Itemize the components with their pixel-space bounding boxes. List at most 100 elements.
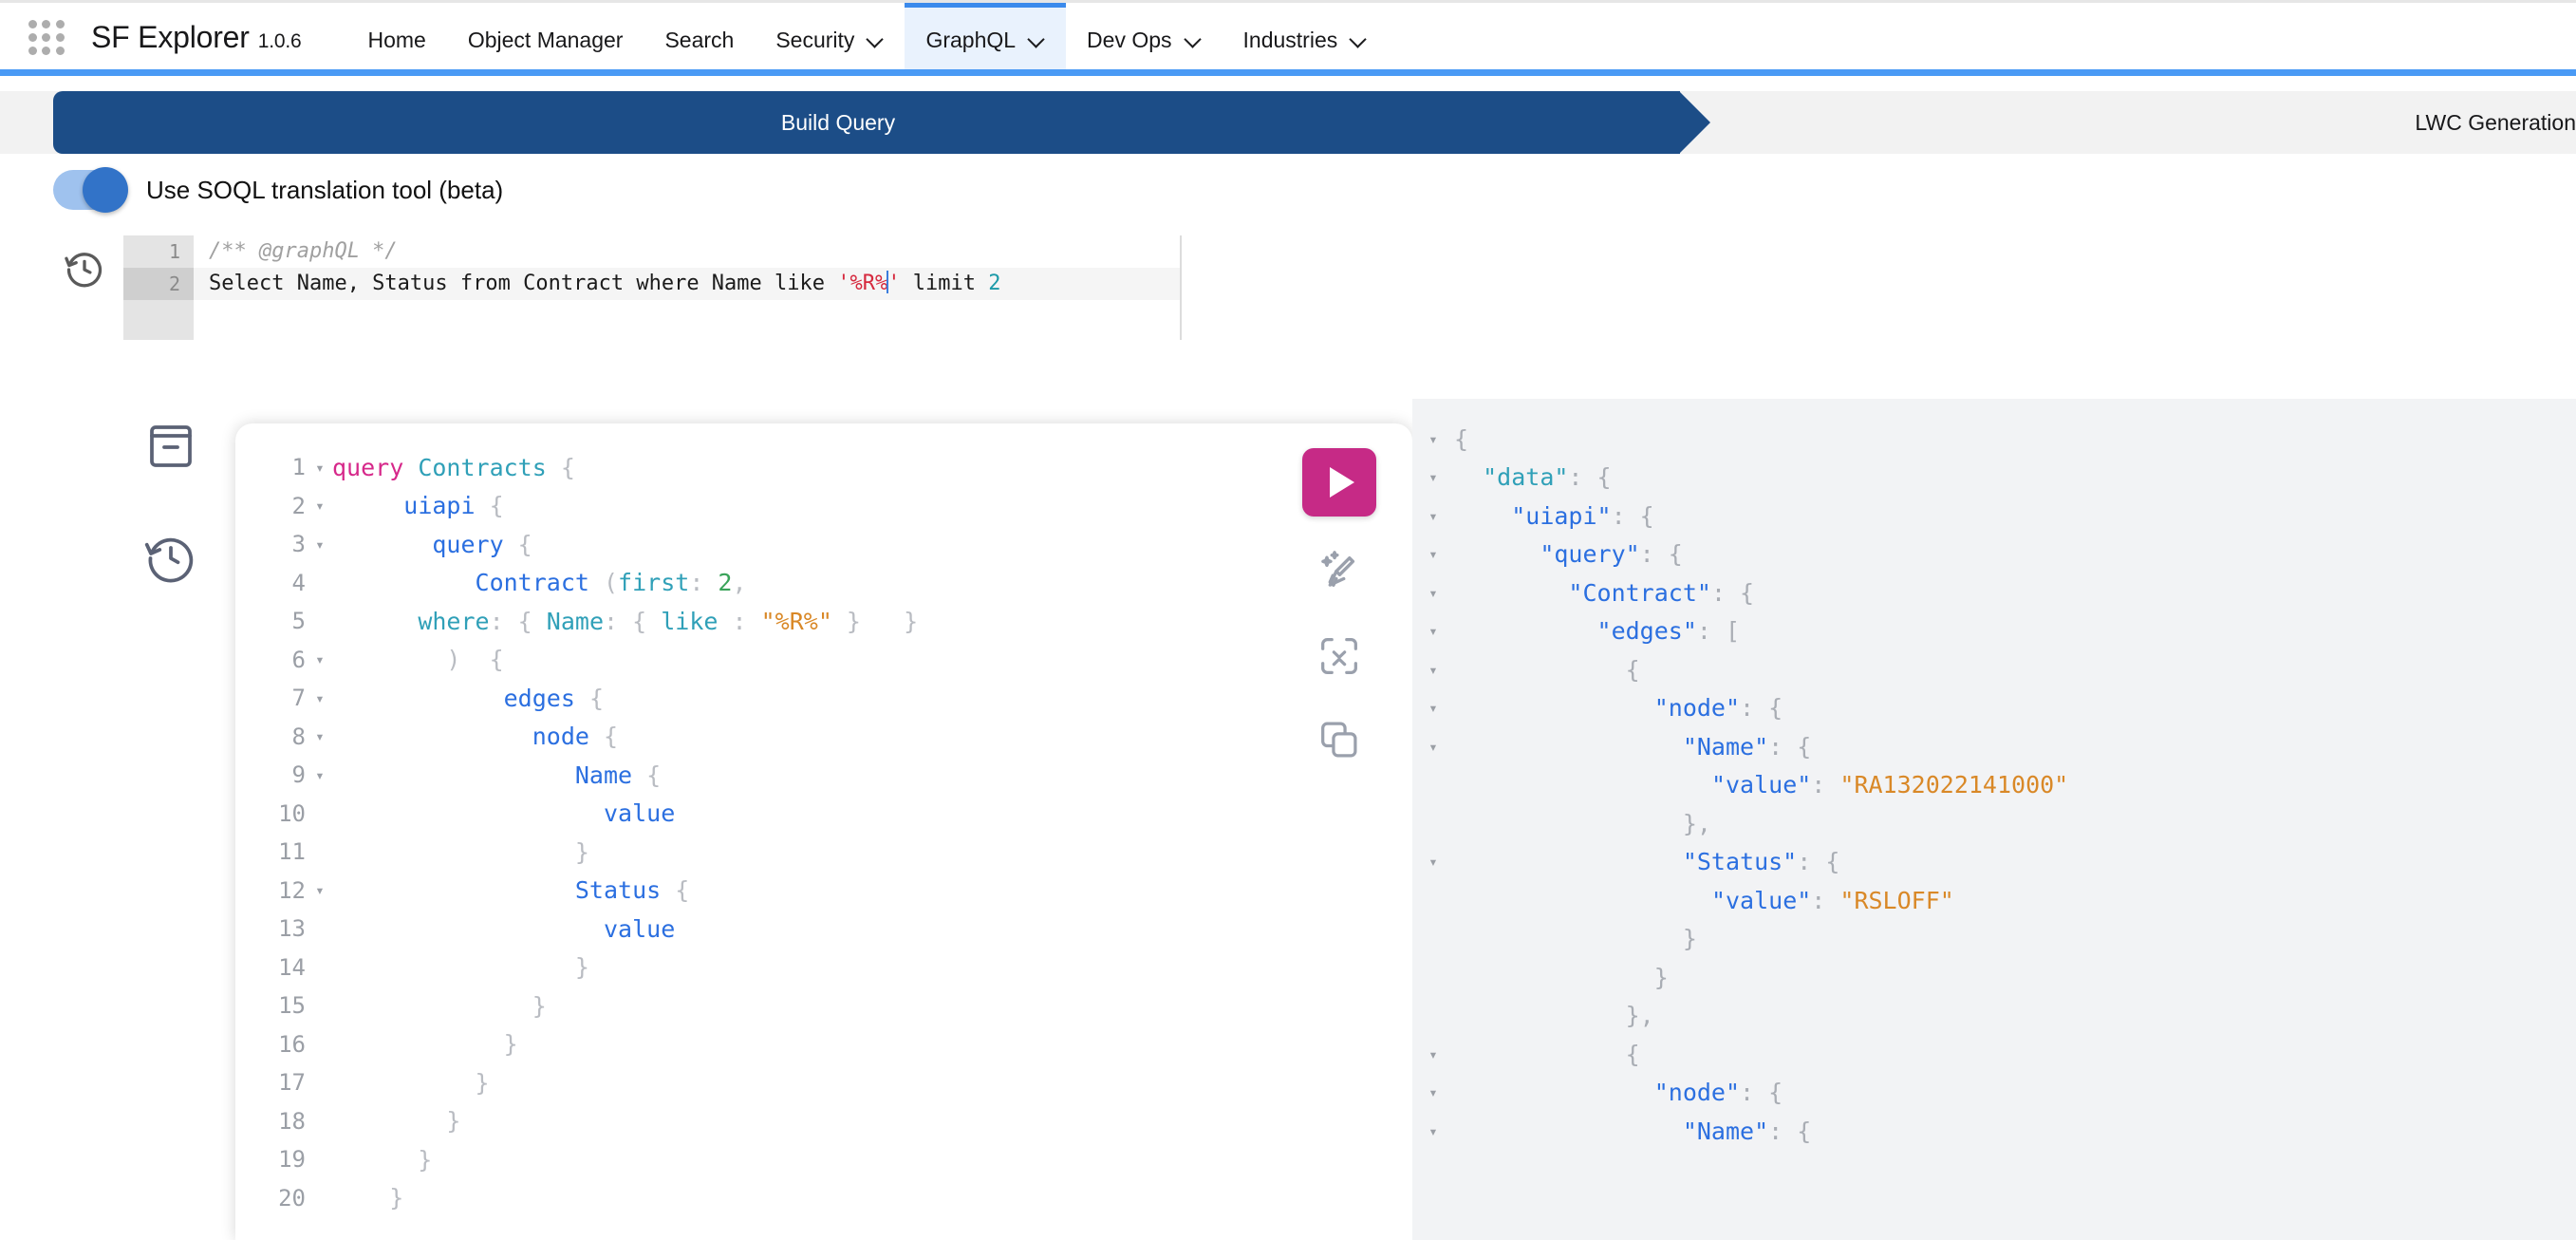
json-result-line[interactable]: ▾ "Status": { xyxy=(1412,843,2576,882)
json-result-line[interactable]: ▾ "Contract": { xyxy=(1412,573,2576,612)
graphql-code-line[interactable]: 8 ▾ node { xyxy=(235,718,1412,757)
json-result-line[interactable]: ▾ "node": { xyxy=(1412,689,2576,728)
graphql-line-text: } xyxy=(332,838,589,866)
graphql-line-number: 12 xyxy=(278,876,306,904)
graphql-code-line[interactable]: 15 } xyxy=(235,986,1412,1025)
nav-item-search[interactable]: Search xyxy=(644,3,755,72)
nav-item-object-manager[interactable]: Object Manager xyxy=(447,3,644,72)
graphql-code-line[interactable]: 7 ▾ edges { xyxy=(235,679,1412,718)
graphql-code-line[interactable]: 1 ▾ query Contracts { xyxy=(235,448,1412,487)
json-result-line[interactable]: ▾ "uiapi": { xyxy=(1412,497,2576,535)
json-token: : { xyxy=(1740,1079,1783,1107)
fold-toggle-icon[interactable]: ▾ xyxy=(1412,545,1454,563)
nav-item-graphql[interactable]: GraphQL xyxy=(905,3,1067,72)
nav-item-dev-ops[interactable]: Dev Ops xyxy=(1066,3,1222,72)
fold-toggle-icon[interactable]: ▾ xyxy=(1412,853,1454,871)
json-result-line[interactable]: ▾ "data": { xyxy=(1412,459,2576,498)
graphql-code-line[interactable]: 14 } xyxy=(235,949,1412,987)
graphql-code-line[interactable]: 11 } xyxy=(235,833,1412,872)
graphql-code-line[interactable]: 12 ▾ Status { xyxy=(235,872,1412,911)
execute-query-button[interactable] xyxy=(1302,448,1376,517)
graphql-code-line[interactable]: 3 ▾ query { xyxy=(235,525,1412,564)
fold-toggle-icon[interactable]: ▾ xyxy=(308,459,332,477)
graphql-code-line[interactable]: 10 value xyxy=(235,795,1412,834)
json-result-line[interactable]: } xyxy=(1412,958,2576,997)
fold-toggle-icon[interactable]: ▾ xyxy=(1412,622,1454,640)
step-lwc-generation[interactable]: LWC Generation xyxy=(2415,91,2576,154)
soql-translation-toggle[interactable] xyxy=(53,167,128,213)
fold-toggle-icon[interactable]: ▾ xyxy=(1412,1045,1454,1063)
graphql-code-line[interactable]: 2 ▾ uiapi { xyxy=(235,487,1412,526)
json-token: : { xyxy=(1611,501,1654,530)
json-result-line[interactable]: ▾ "edges": [ xyxy=(1412,612,2576,651)
soql-code-editor[interactable]: 12 /** @graphQL */Select Name, Status fr… xyxy=(123,235,1182,340)
fold-toggle-icon[interactable]: ▾ xyxy=(1412,738,1454,756)
fold-toggle-icon[interactable]: ▾ xyxy=(308,689,332,707)
json-result-lines[interactable]: ▾{▾ "data": {▾ "uiapi": {▾ "query": {▾ "… xyxy=(1412,420,2576,1151)
json-result-line[interactable]: ▾ "Name": { xyxy=(1412,1112,2576,1151)
json-result-line[interactable]: ▾ { xyxy=(1412,1035,2576,1074)
nav-item-industries[interactable]: Industries xyxy=(1223,3,1389,72)
json-result-line[interactable]: ▾{ xyxy=(1412,420,2576,459)
json-result-line[interactable]: ▾ "query": { xyxy=(1412,535,2576,574)
prettify-query-button[interactable] xyxy=(1302,545,1376,600)
json-result-line[interactable]: "value": "RA132022141000" xyxy=(1412,766,2576,805)
json-result-line[interactable]: } xyxy=(1412,920,2576,959)
graphql-token: Contract xyxy=(475,569,589,597)
graphql-token: } xyxy=(332,837,589,866)
graphql-line-text: } xyxy=(332,1030,518,1058)
history-clock-icon[interactable] xyxy=(142,530,199,587)
fold-toggle-icon[interactable]: ▾ xyxy=(1412,1122,1454,1140)
json-result-line[interactable]: ▾ "Name": { xyxy=(1412,727,2576,766)
graphql-code-line[interactable]: 4 Contract (first: 2, xyxy=(235,564,1412,603)
graphql-line-number: 4 xyxy=(291,569,306,596)
fold-toggle-icon[interactable]: ▾ xyxy=(1412,468,1454,486)
graphql-code-line[interactable]: 19 } xyxy=(235,1140,1412,1179)
fold-toggle-icon[interactable]: ▾ xyxy=(1412,1083,1454,1101)
fold-toggle-icon[interactable]: ▾ xyxy=(308,727,332,745)
fold-toggle-icon[interactable]: ▾ xyxy=(308,535,332,554)
graphql-code-line[interactable]: 5 where: { Name: { like : "%R%" } } xyxy=(235,602,1412,641)
fold-toggle-icon[interactable]: ▾ xyxy=(308,881,332,899)
graphql-code-editor[interactable]: 1 ▾ query Contracts {2 ▾ uiapi {3 ▾ query {4… xyxy=(235,448,1412,1217)
graphql-token: { xyxy=(503,530,532,558)
query-result-viewer[interactable]: ▾{▾ "data": {▾ "uiapi": {▾ "query": {▾ "… xyxy=(1412,399,2576,1240)
nav-item-home[interactable]: Home xyxy=(346,3,446,72)
soql-line[interactable]: Select Name, Status from Contract where … xyxy=(194,268,1180,300)
graphql-code-line[interactable]: 16 } xyxy=(235,1025,1412,1064)
nav-item-label: Home xyxy=(367,27,426,52)
json-line-text: } xyxy=(1454,964,1669,991)
graphql-code-line[interactable]: 20 } xyxy=(235,1179,1412,1218)
copy-query-button[interactable] xyxy=(1302,712,1376,767)
soql-translation-toggle-row[interactable]: Use SOQL translation tool (beta) xyxy=(53,167,503,213)
fold-toggle-icon[interactable]: ▾ xyxy=(1412,584,1454,602)
fold-toggle-icon[interactable]: ▾ xyxy=(1412,430,1454,448)
fold-toggle-icon[interactable]: ▾ xyxy=(308,766,332,784)
graphql-code-line[interactable]: 9 ▾ Name { xyxy=(235,756,1412,795)
fold-toggle-icon[interactable]: ▾ xyxy=(1412,661,1454,679)
nav-item-security[interactable]: Security xyxy=(755,3,905,72)
json-result-line[interactable]: "value": "RSLOFF" xyxy=(1412,881,2576,920)
fold-toggle-icon[interactable]: ▾ xyxy=(308,497,332,515)
fold-toggle-icon[interactable]: ▾ xyxy=(308,650,332,668)
magic-broom-icon xyxy=(1321,551,1355,587)
graphql-code-line[interactable]: 17 } xyxy=(235,1063,1412,1102)
graphql-code-line[interactable]: 13 value xyxy=(235,910,1412,949)
brand-name: SF Explorer xyxy=(91,20,250,54)
step-build-query[interactable]: Build Query xyxy=(53,91,1710,154)
history-clock-icon[interactable] xyxy=(64,249,105,291)
json-result-line[interactable]: }, xyxy=(1412,997,2576,1036)
json-result-line[interactable]: ▾ "node": { xyxy=(1412,1074,2576,1113)
fold-toggle-icon[interactable]: ▾ xyxy=(1412,507,1454,525)
soql-line[interactable]: /** @graphQL */ xyxy=(194,235,1180,268)
json-result-line[interactable]: }, xyxy=(1412,804,2576,843)
graphql-code-line[interactable]: 6 ▾ ) { xyxy=(235,641,1412,680)
fold-toggle-icon[interactable]: ▾ xyxy=(1412,699,1454,717)
soql-code-lines[interactable]: /** @graphQL */ Select Name, Status from … xyxy=(194,235,1180,300)
collapse-all-button[interactable] xyxy=(1302,629,1376,684)
docs-book-icon[interactable] xyxy=(142,418,199,475)
json-result-line[interactable]: ▾ { xyxy=(1412,650,2576,689)
graphql-code-line[interactable]: 18 } xyxy=(235,1102,1412,1141)
app-launcher-grid-icon[interactable] xyxy=(27,18,66,58)
